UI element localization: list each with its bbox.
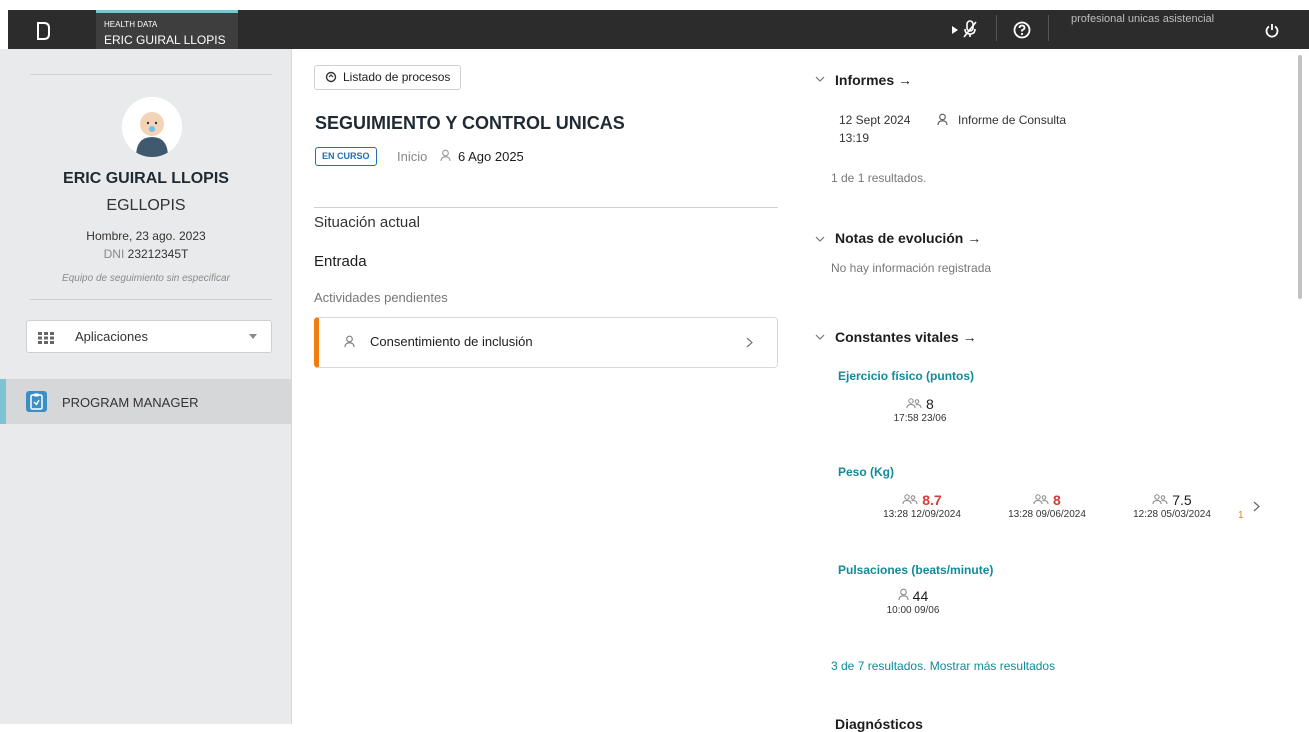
people-icon: [1033, 494, 1049, 505]
people-icon: [1152, 494, 1168, 505]
person-icon: [898, 588, 909, 601]
notes-empty-text: No hay información registrada: [831, 261, 992, 275]
people-icon: [902, 494, 918, 505]
grid-icon: [38, 332, 54, 344]
exercise-value-1: 8 17:58 23/06: [880, 396, 960, 424]
exercise-timestamp: 17:58 23/06: [893, 413, 947, 424]
pending-activity-card[interactable]: Consentimiento de inclusión: [314, 317, 778, 368]
process-list-label: Listado de procesos: [343, 70, 451, 84]
patient-tab-name: ERIC GUIRAL LLOPIS: [104, 33, 226, 47]
patient-team: Equipo de seguimiento sin especificar: [62, 273, 230, 284]
status-badge: EN CURSO: [315, 147, 377, 166]
exercise-label: Ejercicio físico (puntos): [838, 369, 975, 383]
patient-tab[interactable]: HEALTH DATA ERIC GUIRAL LLOPIS: [96, 10, 238, 49]
divider: [314, 207, 778, 208]
chevron-down-icon[interactable]: [815, 76, 825, 82]
patient-tab-category: HEALTH DATA: [104, 20, 158, 29]
avatar: [122, 97, 182, 157]
program-manager-item[interactable]: PROGRAM MANAGER: [0, 379, 292, 424]
start-label: Inicio: [397, 149, 428, 164]
patient-info: Hombre, 23 ago. 2023: [86, 229, 206, 243]
patient-sidebar: ERIC GUIRAL LLOPIS EGLLOPIS Hombre, 23 a…: [0, 49, 292, 724]
app-logo-icon[interactable]: [36, 22, 50, 40]
dni-value: 23212345T: [127, 247, 189, 261]
weight-label: Peso (Kg): [838, 465, 895, 479]
diagnostics-section-title[interactable]: Diagnósticos: [835, 716, 923, 732]
person-icon: [440, 149, 451, 162]
divider: [30, 299, 272, 300]
notes-section-title[interactable]: Notas de evolución →: [835, 230, 981, 246]
scrollbar[interactable]: [1298, 55, 1302, 299]
weight-timestamp: 13:28 09/06/2024: [1008, 509, 1086, 520]
current-situation-label: Situación actual: [314, 214, 420, 231]
report-time: 13:19: [839, 131, 870, 145]
power-icon[interactable]: [1265, 23, 1279, 38]
more-results-link[interactable]: 3 de 7 resultados. Mostrar más resultado…: [831, 659, 1055, 673]
weight-value-3: 7.5 12:28 05/03/2024: [1110, 492, 1234, 520]
divider: [30, 74, 272, 75]
start-date: 6 Ago 2025: [458, 149, 524, 164]
pulse-label: Pulsaciones (beats/minute): [838, 563, 994, 577]
program-manager-label: PROGRAM MANAGER: [62, 395, 199, 410]
apps-dropdown[interactable]: Aplicaciones: [26, 320, 272, 353]
activity-label: Consentimiento de inclusión: [370, 334, 533, 349]
top-bar: HEALTH DATA ERIC GUIRAL LLOPIS profesion…: [0, 0, 1309, 49]
current-stage: Entrada: [314, 253, 367, 270]
weight-timestamp: 12:28 05/03/2024: [1133, 509, 1211, 520]
sync-icon: [325, 71, 337, 83]
people-icon: [906, 398, 922, 409]
caret-down-icon: [249, 334, 257, 339]
play-icon[interactable]: [951, 25, 959, 35]
weight-value-2: 8 13:28 09/06/2024: [985, 492, 1109, 520]
patient-dni: DNI 23212345T: [0, 247, 292, 261]
weight-value: 7.5: [1172, 492, 1192, 508]
mic-off-icon[interactable]: [962, 20, 978, 38]
user-label[interactable]: profesional unicas asistencial: [1071, 13, 1214, 25]
weight-value: 8.7: [922, 492, 942, 508]
patient-username: EGLLOPIS: [106, 197, 186, 214]
report-link[interactable]: Informe de Consulta: [958, 113, 1066, 127]
person-icon: [344, 335, 355, 348]
pending-activities-label: Actividades pendientes: [314, 290, 448, 305]
weight-timestamp: 13:28 12/09/2024: [883, 509, 961, 520]
pulse-value-1: 44 10:00 09/06: [873, 588, 953, 616]
process-list-button[interactable]: Listado de procesos: [314, 65, 462, 90]
vitals-section-title[interactable]: Constantes vitales →: [835, 329, 977, 345]
weight-value-1: 8.7 13:28 12/09/2024: [860, 492, 984, 520]
exercise-value: 8: [926, 396, 934, 412]
baby-avatar-icon: [122, 97, 182, 157]
process-title: SEGUIMIENTO Y CONTROL UNICAS: [315, 113, 625, 133]
help-icon[interactable]: [1013, 21, 1031, 39]
weight-trailing-indicator: 1: [1238, 510, 1244, 521]
person-icon: [937, 113, 948, 126]
chevron-down-icon[interactable]: [815, 236, 825, 242]
pulse-timestamp: 10:00 09/06: [886, 605, 940, 616]
report-date: 12 Sept 2024: [839, 113, 911, 127]
chevron-right-icon[interactable]: [1253, 501, 1260, 512]
reports-count: 1 de 1 resultados.: [831, 171, 927, 185]
apps-dropdown-label: Aplicaciones: [75, 329, 148, 344]
clipboard-icon: [26, 391, 47, 412]
weight-value: 8: [1053, 492, 1061, 508]
reports-section-title[interactable]: Informes →: [835, 72, 912, 88]
pulse-value: 44: [912, 588, 929, 604]
dni-label: DNI: [103, 247, 125, 261]
patient-name: ERIC GUIRAL LLOPIS: [63, 170, 229, 187]
chevron-down-icon[interactable]: [815, 334, 825, 340]
chevron-right-icon: [746, 337, 753, 348]
